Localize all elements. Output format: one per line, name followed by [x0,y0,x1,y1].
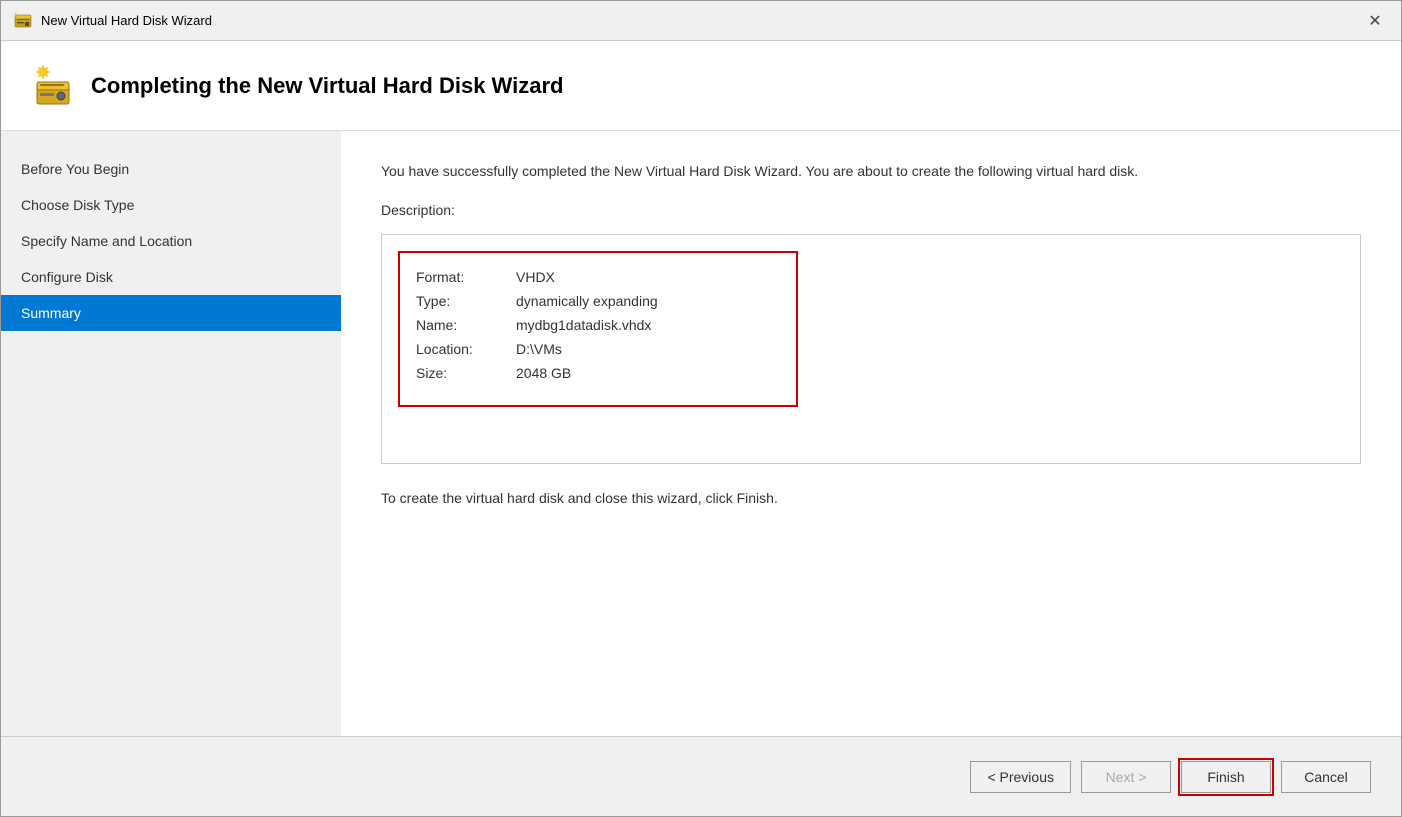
description-label: Description: [381,202,1361,218]
content-area: You have successfully completed the New … [341,131,1401,736]
size-label: Size: [416,365,496,381]
sidebar-item-before-you-begin[interactable]: Before You Begin [1,151,341,187]
location-label: Location: [416,341,496,357]
footer-hint: To create the virtual hard disk and clos… [381,490,1361,506]
desc-row-type: Type: dynamically expanding [416,293,780,309]
window-title: New Virtual Hard Disk Wizard [41,13,212,28]
sidebar-item-summary[interactable]: Summary [1,295,341,331]
header-icon [31,64,75,108]
name-label: Name: [416,317,496,333]
finish-button[interactable]: Finish [1181,761,1271,793]
size-value: 2048 GB [516,365,571,381]
svg-text:✦: ✦ [13,11,18,18]
sidebar-item-configure-disk[interactable]: Configure Disk [1,259,341,295]
description-inner-box: Format: VHDX Type: dynamically expanding… [398,251,798,407]
sidebar: Before You Begin Choose Disk Type Specif… [1,131,341,736]
type-value: dynamically expanding [516,293,658,309]
close-button[interactable]: ✕ [1361,7,1389,35]
format-label: Format: [416,269,496,285]
wizard-header: Completing the New Virtual Hard Disk Wiz… [1,41,1401,131]
location-value: D:\VMs [516,341,562,357]
bottom-bar: < Previous Next > Finish Cancel [1,736,1401,816]
format-value: VHDX [516,269,555,285]
previous-button[interactable]: < Previous [970,761,1071,793]
type-label: Type: [416,293,496,309]
desc-row-location: Location: D:\VMs [416,341,780,357]
sidebar-item-choose-disk-type[interactable]: Choose Disk Type [1,187,341,223]
desc-row-size: Size: 2048 GB [416,365,780,381]
title-bar: ✦ New Virtual Hard Disk Wizard ✕ [1,1,1401,41]
sidebar-item-specify-name-location[interactable]: Specify Name and Location [1,223,341,259]
cancel-button[interactable]: Cancel [1281,761,1371,793]
intro-text: You have successfully completed the New … [381,161,1281,182]
window-icon: ✦ [13,11,33,31]
main-content: Before You Begin Choose Disk Type Specif… [1,131,1401,736]
desc-row-format: Format: VHDX [416,269,780,285]
next-button[interactable]: Next > [1081,761,1171,793]
name-value: mydbg1datadisk.vhdx [516,317,651,333]
desc-row-name: Name: mydbg1datadisk.vhdx [416,317,780,333]
wizard-window: ✦ New Virtual Hard Disk Wizard ✕ Comp [0,0,1402,817]
wizard-header-title: Completing the New Virtual Hard Disk Wiz… [91,73,563,99]
description-outer-box: Format: VHDX Type: dynamically expanding… [381,234,1361,464]
